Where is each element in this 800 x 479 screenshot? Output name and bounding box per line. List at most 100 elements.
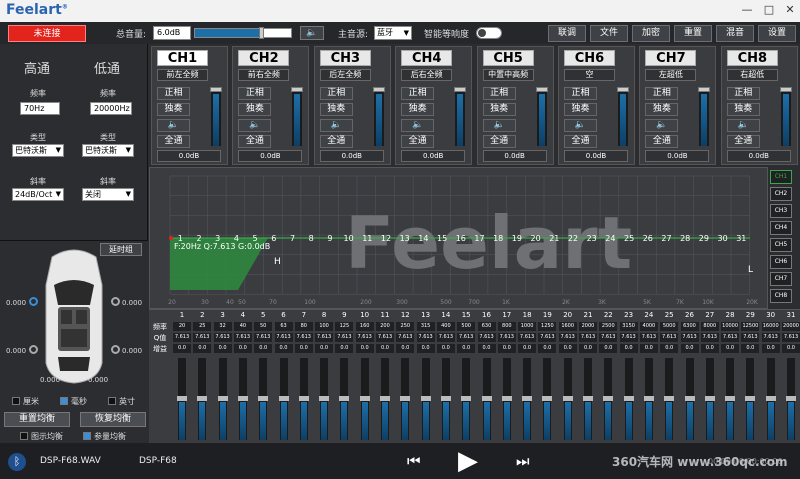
eq-response-graph[interactable]: Feelart 1 2 3 4 5 6 7 8 9 10 11 12 13 14 15 16 17 18 19 20 2… [149, 167, 768, 309]
previous-track-icon[interactable]: ⏮ [407, 452, 427, 470]
channel-volume-slider[interactable] [698, 87, 711, 146]
eq-freq-input[interactable]: 5000 [660, 322, 679, 331]
eq-gain-slider[interactable] [278, 358, 289, 440]
eq-q-input[interactable]: 7.613 [639, 333, 658, 342]
eq-q-input[interactable]: 7.613 [376, 333, 394, 342]
eq-gain-input[interactable]: 0.0 [782, 344, 800, 353]
toolbar-button-3[interactable]: 重置 [674, 25, 712, 42]
eq-gain-slider[interactable] [603, 358, 614, 440]
graph-channel-7[interactable]: CH7 [770, 272, 792, 286]
eq-gain-slider[interactable] [400, 358, 411, 440]
channel-button[interactable]: CH3 [319, 50, 371, 66]
unit-ms-checkbox[interactable] [60, 397, 68, 405]
eq-gain-slider[interactable] [643, 358, 654, 440]
eq-point-18[interactable]: 18 [493, 234, 503, 243]
eq-freq-input[interactable]: 32 [213, 322, 232, 331]
eq-gain-input[interactable]: 0.0 [213, 344, 232, 353]
eq-gain-input[interactable]: 0.0 [518, 344, 537, 353]
eq-gain-slider[interactable] [765, 358, 776, 440]
eq-gain-input[interactable]: 0.0 [193, 344, 212, 353]
play-icon[interactable]: ▶ [458, 447, 484, 475]
eq-freq-input[interactable]: 500 [457, 322, 476, 331]
channel-volume-slider[interactable] [372, 87, 385, 146]
eq-q-input[interactable]: 7.613 [721, 333, 740, 342]
eq-freq-input[interactable]: 63 [274, 322, 293, 331]
toolbar-button-1[interactable]: 文件 [590, 25, 628, 42]
graph-l-marker[interactable]: L [748, 265, 753, 275]
channel-solo-button[interactable]: 独奏 [401, 103, 435, 116]
channel-solo-button[interactable]: 独奏 [482, 103, 516, 116]
eq-point-8[interactable]: 8 [309, 234, 314, 243]
eq-freq-input[interactable]: 80 [294, 322, 313, 331]
eq-gain-input[interactable]: 0.0 [233, 344, 252, 353]
eq-point-12[interactable]: 12 [381, 234, 391, 243]
eq-q-input[interactable]: 7.613 [416, 333, 435, 342]
eq-point-9[interactable]: 9 [327, 234, 332, 243]
speaker-rr-icon[interactable] [111, 345, 120, 354]
eq-gain-slider[interactable] [380, 358, 390, 440]
eq-gain-slider[interactable] [562, 358, 573, 440]
eq-freq-input[interactable]: 20000 [782, 322, 800, 331]
channel-mute-icon[interactable]: 🔈 [401, 119, 435, 132]
eq-freq-input[interactable]: 200 [376, 322, 394, 331]
eq-gain-slider[interactable] [481, 358, 492, 440]
eq-point-6[interactable]: 6 [271, 234, 276, 243]
eq-freq-input[interactable]: 800 [497, 322, 516, 331]
eq-gain-slider[interactable] [542, 358, 553, 440]
channel-mute-icon[interactable]: 🔈 [726, 119, 760, 132]
toolbar-button-0[interactable]: 联调 [548, 25, 586, 42]
eq-gain-input[interactable]: 0.0 [721, 344, 740, 353]
channel-allpass-button[interactable]: 全通 [157, 135, 190, 148]
eq-q-input[interactable]: 7.613 [579, 333, 597, 342]
channel-button[interactable]: CH8 [726, 50, 778, 66]
channel-phase-button[interactable]: 正相 [319, 87, 353, 100]
channel-phase-button[interactable]: 正相 [726, 87, 760, 100]
eq-freq-input[interactable]: 16000 [761, 322, 780, 331]
eq-gain-slider[interactable] [623, 358, 634, 440]
close-button[interactable]: ✕ [783, 3, 797, 17]
eq-gain-slider[interactable] [461, 358, 472, 440]
channel-solo-button[interactable]: 独奏 [238, 103, 272, 116]
eq-freq-input[interactable]: 100 [315, 322, 334, 331]
minimize-button[interactable]: — [740, 3, 754, 17]
eq-freq-input[interactable]: 125 [335, 322, 354, 331]
channel-volume-slider[interactable] [779, 87, 792, 146]
eq-gain-input[interactable]: 0.0 [741, 344, 760, 353]
eq-point-15[interactable]: 15 [437, 234, 447, 243]
graph-channel-3[interactable]: CH3 [770, 204, 792, 218]
channel-mute-icon[interactable]: 🔈 [238, 119, 272, 132]
eq-gain-slider[interactable] [440, 358, 451, 440]
eq-gain-input[interactable]: 0.0 [761, 344, 780, 353]
lp-type-select[interactable]: 巴特沃斯 ▼ [82, 144, 134, 157]
eq-freq-input[interactable]: 2000 [579, 322, 597, 331]
channel-allpass-button[interactable]: 全通 [319, 135, 353, 148]
channel-volume-slider[interactable] [210, 87, 222, 146]
eq-gain-slider[interactable] [237, 358, 248, 440]
connection-status-button[interactable]: 未连接 [8, 25, 86, 42]
channel-volume-slider[interactable] [291, 87, 304, 146]
eq-gain-slider[interactable] [664, 358, 675, 440]
volume-slider[interactable] [194, 27, 292, 39]
graph-channel-4[interactable]: CH4 [770, 221, 792, 235]
eq-point-24[interactable]: 24 [605, 234, 615, 243]
eq-gain-input[interactable]: 0.0 [173, 344, 191, 353]
eq-q-input[interactable]: 7.613 [619, 333, 638, 342]
eq-gain-slider[interactable] [501, 358, 512, 440]
eq-gain-slider[interactable] [319, 358, 330, 440]
channel-button[interactable]: CH2 [238, 50, 290, 66]
eq-gain-input[interactable]: 0.0 [376, 344, 394, 353]
channel-solo-button[interactable]: 独奏 [645, 103, 679, 116]
eq-gain-slider[interactable] [339, 358, 350, 440]
eq-q-input[interactable]: 7.613 [700, 333, 719, 342]
eq-gain-input[interactable]: 0.0 [477, 344, 496, 353]
eq-freq-input[interactable]: 1250 [538, 322, 557, 331]
eq-gain-slider[interactable] [583, 358, 593, 440]
eq-q-input[interactable]: 7.613 [457, 333, 476, 342]
channel-allpass-button[interactable]: 全通 [564, 135, 597, 148]
eq-gain-slider[interactable] [177, 358, 187, 440]
eq-freq-input[interactable]: 315 [416, 322, 435, 331]
eq-freq-input[interactable]: 3150 [619, 322, 638, 331]
graph-channel-5[interactable]: CH5 [770, 238, 792, 252]
eq-freq-input[interactable]: 1000 [518, 322, 537, 331]
eq-q-input[interactable]: 7.613 [315, 333, 334, 342]
